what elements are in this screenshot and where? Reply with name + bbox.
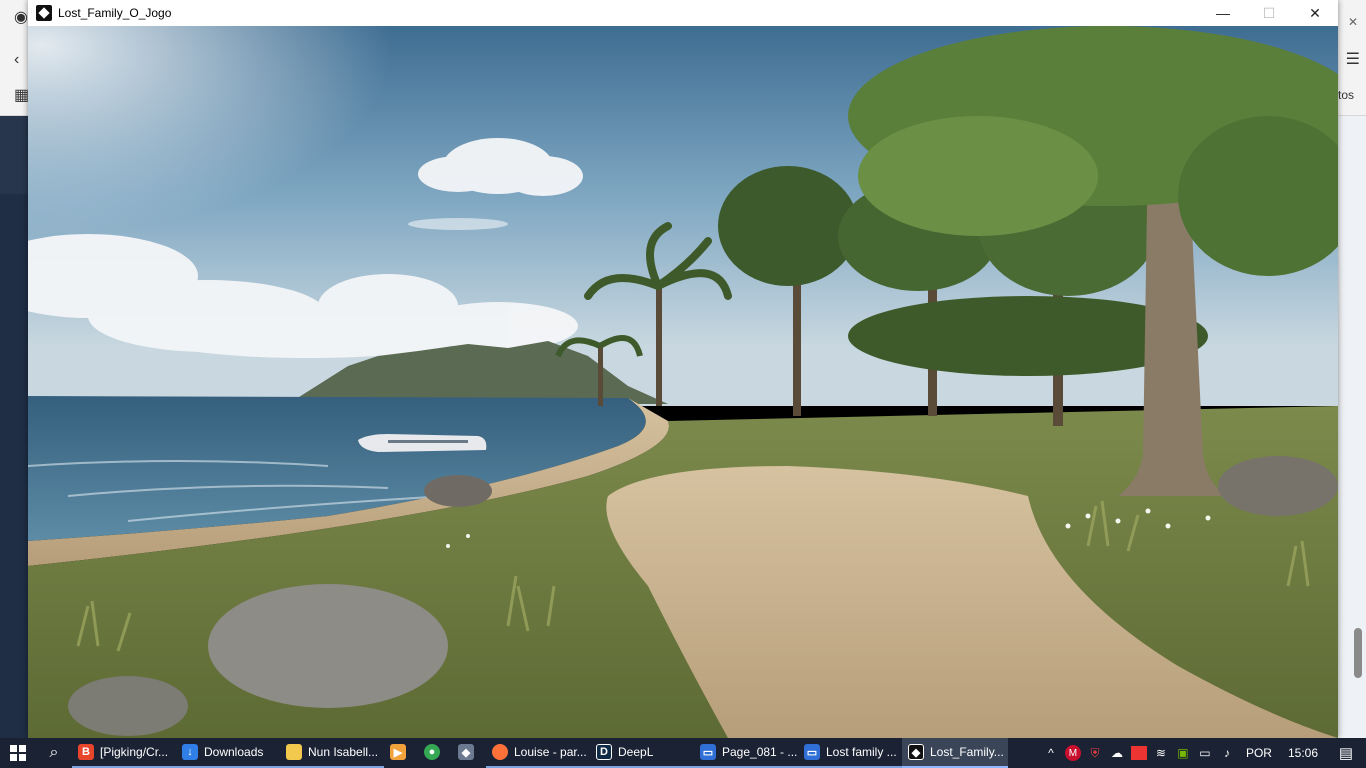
- firefox-icon: [492, 744, 508, 760]
- taskbar-item-label: Nun Isabell...: [308, 745, 379, 759]
- taskbar-item-media-player[interactable]: ▶: [384, 738, 418, 768]
- taskbar-item-app[interactable]: ◆: [452, 738, 486, 768]
- start-button[interactable]: [0, 738, 36, 768]
- background-scrollbar-thumb[interactable]: [1354, 628, 1362, 678]
- game-scene[interactable]: [28, 26, 1338, 738]
- taskbar-item-label: Louise - par...: [514, 745, 587, 759]
- language-indicator[interactable]: POR: [1238, 746, 1280, 760]
- crashed-airplane: [358, 434, 487, 452]
- taskbar-item-page081[interactable]: ▭ Page_081 - ...: [694, 738, 798, 768]
- background-app-icon: ◉: [14, 9, 28, 26]
- nvidia-icon[interactable]: ▣: [1172, 738, 1194, 768]
- red-app-icon[interactable]: [1128, 738, 1150, 768]
- game-app-icon: [36, 5, 52, 21]
- chrome-icon: ●: [424, 744, 440, 760]
- background-close-icon[interactable]: ✕: [1348, 14, 1358, 30]
- taskbar-item-folder[interactable]: Nun Isabell...: [280, 738, 384, 768]
- wifi-icon[interactable]: ≋: [1150, 738, 1172, 768]
- game-window: Lost_Family_O_Jogo — ☐ ✕: [28, 0, 1338, 738]
- scene-illustration: [28, 26, 1338, 738]
- taskbar-item-deepl[interactable]: D DeepL: [590, 738, 694, 768]
- close-button[interactable]: ✕: [1292, 0, 1338, 26]
- taskbar-item-label: Page_081 - ...: [722, 745, 798, 759]
- taskbar-item-brave[interactable]: B [Pigking/Cr...: [72, 738, 176, 768]
- download-icon: ↓: [182, 744, 198, 760]
- taskbar-item-label: DeepL: [618, 745, 654, 759]
- taskbar-item-label: [Pigking/Cr...: [100, 745, 169, 759]
- app-icon: ◆: [458, 744, 474, 760]
- brave-icon: B: [78, 744, 94, 760]
- mcafee-icon[interactable]: M: [1062, 738, 1084, 768]
- taskbar-item-lost-family-game[interactable]: ◆ Lost_Family...: [902, 738, 1008, 768]
- taskbar-item-label: Lost family ...: [826, 745, 897, 759]
- window-controls: — ☐ ✕: [1200, 0, 1338, 26]
- battery-icon[interactable]: ▭: [1194, 738, 1216, 768]
- game-titlebar[interactable]: Lost_Family_O_Jogo — ☐ ✕: [28, 0, 1338, 26]
- cloud-off-icon[interactable]: ☁: [1106, 738, 1128, 768]
- taskbar-item-label: Lost_Family...: [930, 745, 1004, 759]
- taskbar-item-lost-family[interactable]: ▭ Lost family ...: [798, 738, 902, 768]
- background-partial-text: tos: [1337, 88, 1354, 102]
- windows-logo-icon: [10, 745, 26, 761]
- clock[interactable]: 15:06: [1280, 746, 1326, 760]
- notification-icon[interactable]: ▤: [1326, 738, 1366, 768]
- menu-icon[interactable]: ☰: [1346, 52, 1360, 68]
- back-arrow-icon[interactable]: ‹: [14, 52, 19, 68]
- deepl-icon: D: [596, 744, 612, 760]
- minimize-button[interactable]: —: [1200, 0, 1246, 26]
- taskbar-item-downloads[interactable]: ↓ Downloads: [176, 738, 280, 768]
- taskbar: ⌕ B [Pigking/Cr... ↓ Downloads Nun Isabe…: [0, 738, 1366, 768]
- taskbar-item-label: Downloads: [204, 745, 264, 759]
- search-icon[interactable]: ⌕: [36, 738, 72, 768]
- media-player-icon: ▶: [390, 744, 406, 760]
- window-title: Lost_Family_O_Jogo: [58, 6, 172, 20]
- apps-grid-icon[interactable]: ▦: [14, 88, 29, 104]
- chevron-up-icon[interactable]: ^: [1040, 738, 1062, 768]
- folder-icon: [286, 744, 302, 760]
- taskbar-item-chrome[interactable]: ●: [418, 738, 452, 768]
- maximize-button[interactable]: ☐: [1246, 0, 1292, 26]
- window-icon: ▭: [804, 744, 820, 760]
- window-icon: ▭: [700, 744, 716, 760]
- taskbar-item-firefox[interactable]: Louise - par...: [486, 738, 590, 768]
- game-icon: ◆: [908, 744, 924, 760]
- volume-icon[interactable]: ♪: [1216, 738, 1238, 768]
- shield-icon[interactable]: ⛨: [1084, 738, 1106, 768]
- system-tray: ^ M ⛨ ☁ ≋ ▣ ▭ ♪ POR 15:06 ▤: [1040, 738, 1366, 768]
